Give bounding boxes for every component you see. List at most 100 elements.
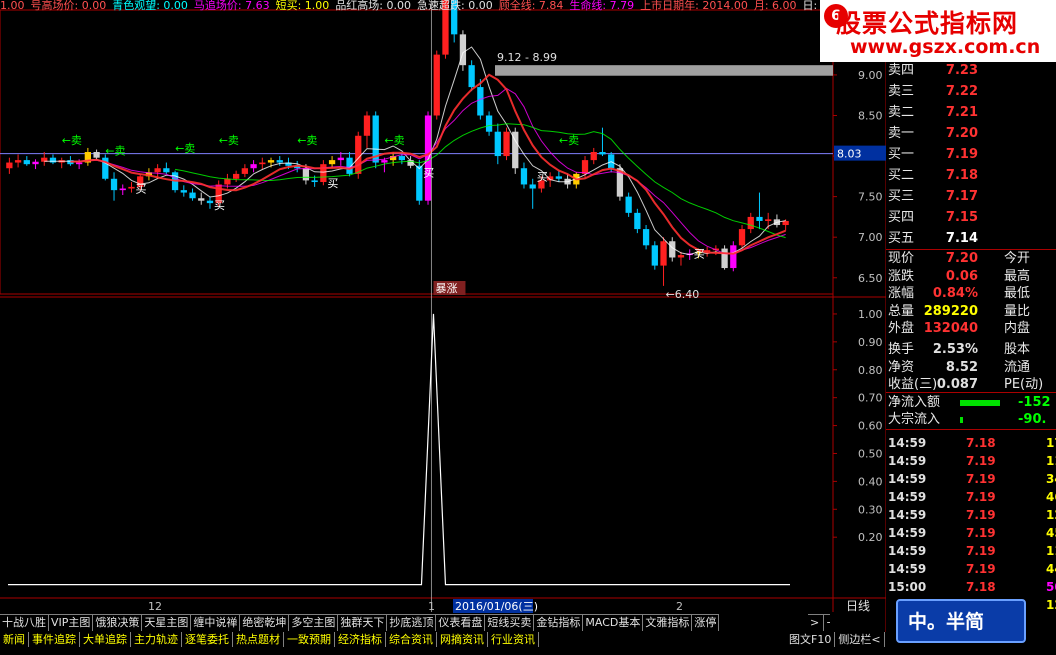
- indicator-tab[interactable]: 绝密乾坤: [240, 614, 290, 631]
- tick-time: 15:00: [888, 579, 927, 594]
- info-tab[interactable]: 经济指标: [335, 632, 386, 647]
- bottom-tab-bar: 新闻 事件追踪 大单追踪 主力轨迹 逐笔委托 热点题材 一致预期 经济指标 综合资讯 网摘资讯 行业…: [0, 632, 886, 648]
- indicator-value: 上市日期年: 2014.00: [640, 0, 748, 12]
- flow-bar: [960, 399, 1000, 406]
- info-tab[interactable]: 一致预期: [284, 632, 335, 647]
- panel-toggle-tab[interactable]: 侧边栏<: [835, 632, 885, 647]
- candle-body: [267, 160, 275, 163]
- buy-signal: 买: [214, 199, 225, 212]
- quote-label: 涨跌: [888, 268, 915, 284]
- tick-time: 14:59: [888, 525, 927, 540]
- order-book-row: 买四 7.15: [886, 209, 1056, 227]
- candle-body: [154, 168, 161, 173]
- quote-row: 涨幅 0.84% 最低: [886, 285, 1056, 303]
- candle-body: [520, 168, 528, 185]
- price-tick-label: 6.50: [858, 272, 883, 285]
- indicator-tab[interactable]: MACD基本: [583, 614, 644, 631]
- quote-extra-label: 最低: [1004, 286, 1031, 301]
- quote-extra-label: 量比: [1004, 303, 1031, 319]
- indicator-tab[interactable]: 多空主图: [289, 614, 339, 631]
- info-tab[interactable]: 逐笔委托: [182, 632, 233, 647]
- candle-body: [198, 198, 205, 201]
- indicator-tab[interactable]: 抄底逃顶: [387, 614, 437, 631]
- indicator-tab[interactable]: 文雅指标: [643, 614, 693, 631]
- indicator-tab[interactable]: 天星主图: [142, 614, 192, 631]
- tick-volume: 12: [1046, 597, 1056, 612]
- low-annotation: ←6.40: [666, 288, 700, 301]
- candle-body: [328, 160, 336, 165]
- candle-body: [75, 162, 83, 165]
- indicator-value: 顾全线: 7.84: [498, 0, 564, 12]
- right-tab-group: 图文F10 侧边栏<: [786, 632, 885, 647]
- quote-value: 8.52: [945, 359, 978, 375]
- indicator-tab[interactable]: 缠中说禅: [191, 614, 241, 631]
- info-tab[interactable]: 网摘资讯: [437, 632, 488, 647]
- tick-time: 14:59: [888, 507, 927, 522]
- x-axis-label: 2: [676, 600, 683, 613]
- info-tab[interactable]: 综合资讯: [386, 632, 437, 647]
- candle-body: [337, 157, 344, 161]
- order-book-label: 买四: [888, 210, 915, 225]
- quote-row: 净资 8.52 流通: [886, 359, 1056, 377]
- order-book-row: 卖一 7.20: [886, 125, 1056, 143]
- order-book-row: 卖三 7.22: [886, 83, 1056, 101]
- indicator-tab[interactable]: 涨停: [692, 614, 720, 631]
- indicator-tab[interactable]: 饿狼决策: [93, 614, 143, 631]
- indicator-values-bar: 1.00 号高场价: 0.00 青色观望: 0.00 马追场价: 7.63 短买: 1.…: [0, 0, 823, 13]
- buy-signal: 买: [327, 177, 338, 190]
- candle-body: [49, 157, 57, 163]
- quote-value: 7.20: [945, 251, 978, 266]
- ime-toolbar[interactable]: 中。半简: [896, 599, 1026, 643]
- kline-chart[interactable]: 9.509.008.508.007.507.006.501.000.900.80…: [0, 0, 886, 632]
- indicator-tab[interactable]: 短线买卖: [485, 614, 535, 631]
- flow-value: -152: [1018, 394, 1051, 410]
- tab-nav-button[interactable]: +: [824, 614, 830, 631]
- indicator-tab[interactable]: VIP主图: [49, 614, 94, 631]
- order-book-row: 买一 7.19: [886, 146, 1056, 164]
- quote-value: 2.53%: [932, 342, 978, 357]
- candle-body: [494, 131, 501, 157]
- order-book-label: 买一: [888, 147, 915, 162]
- flow-label: 净流入额: [888, 394, 941, 410]
- indicator-tab[interactable]: 金钻指标: [534, 614, 584, 631]
- quote-extra-label: 最高: [1004, 268, 1031, 284]
- candle-body: [189, 192, 196, 199]
- tick-time: 14:59: [888, 543, 927, 558]
- sell-signal: ←卖: [559, 134, 579, 147]
- tab-nav-button[interactable]: >: [808, 614, 824, 631]
- indicator-tab[interactable]: 十战八胜: [0, 614, 49, 631]
- tick-time: 14:59: [888, 453, 927, 468]
- tick-volume: 118: [1046, 453, 1056, 468]
- buy-signal: 买: [135, 183, 146, 196]
- tick-price: 7.18: [966, 579, 996, 594]
- indicator-value: 号高场价: 0.00: [30, 0, 107, 12]
- indicator-tick-label: 0.60: [858, 420, 883, 433]
- info-tab[interactable]: 热点题材: [233, 632, 284, 647]
- tick-row: 14:59 7.19 44: [886, 560, 1056, 578]
- candle-body: [110, 178, 118, 191]
- indicator-tab[interactable]: 独群天下: [338, 614, 388, 631]
- info-tab[interactable]: 新闻: [0, 632, 29, 647]
- info-tab[interactable]: 事件追踪: [29, 632, 80, 647]
- indicator-tick-label: 0.40: [858, 475, 883, 488]
- candle-body: [747, 216, 754, 230]
- indicator-value: 月: 6.00: [753, 0, 797, 12]
- tick-row: 14:59 7.19 349: [886, 470, 1056, 488]
- watermark-banner: 6 股票公式指标网 www.gszx.com.cn: [820, 0, 1056, 62]
- quote-panel: 卖四 7.23 卖三 7.22 卖二 7.21 卖一 7.20 买一 7.19 买二 7.18 买三 7.…: [886, 62, 1056, 632]
- info-tab[interactable]: 主力轨迹: [131, 632, 182, 647]
- tick-time: 14:59: [888, 435, 927, 450]
- tick-price: 7.18: [966, 435, 996, 450]
- info-tab[interactable]: 行业资讯: [488, 632, 539, 647]
- current-price-value: 8.03: [837, 148, 862, 161]
- moving-average-line: [175, 123, 786, 239]
- panel-toggle-tab[interactable]: 图文F10: [786, 632, 836, 647]
- tick-row: 14:59 7.19 110: [886, 542, 1056, 560]
- quote-extra-label: 股本: [1004, 342, 1031, 357]
- sell-signal: ←卖: [384, 134, 404, 147]
- indicator-tab[interactable]: 仪表看盘: [436, 614, 486, 631]
- tick-row: 14:59 7.19 125: [886, 506, 1056, 524]
- info-tab[interactable]: 大单追踪: [80, 632, 131, 647]
- order-book-label: 卖三: [888, 84, 915, 99]
- quote-label: 总量: [888, 303, 915, 319]
